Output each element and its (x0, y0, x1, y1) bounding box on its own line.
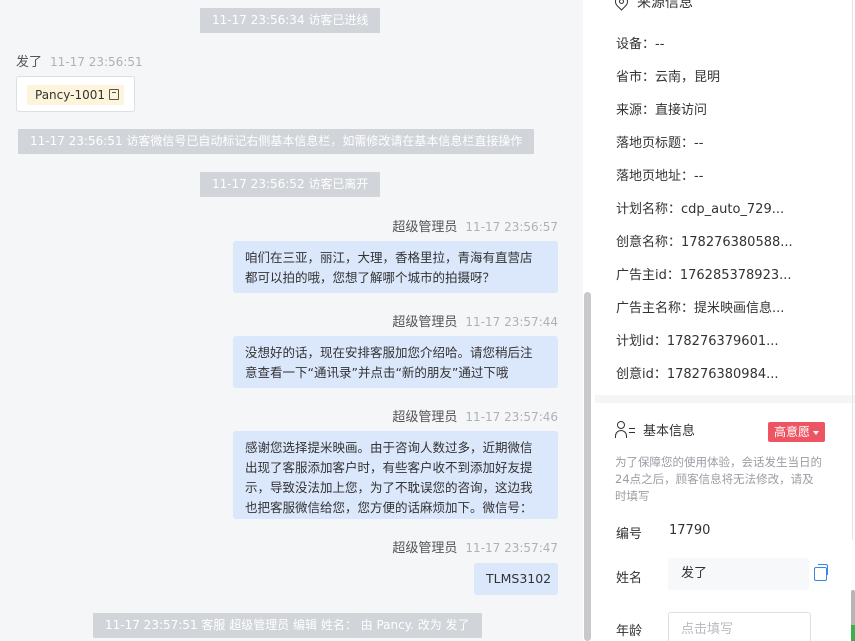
agent-bubble: 没想好的话，现在安排客服加您介绍哈。请您稍后注 意查看一下“通讯录”并点击“新的… (233, 336, 558, 388)
agent-name: 超级管理员 (392, 410, 458, 425)
agent-name: 超级管理员 (392, 220, 458, 235)
message-line: 出现了客服添加客户时，有些客户收不到添加好友提 (245, 460, 533, 475)
section-divider (595, 395, 855, 403)
message-line: 没想好的话，现在安排客服加您介绍哈。请您稍后注 (245, 345, 533, 360)
system-message: 11-17 23:56:34 访客已进线 (200, 8, 381, 33)
agent-message-meta: 超级管理员 11-17 23:57:44 (392, 311, 558, 330)
agent-message-meta: 超级管理员 11-17 23:56:57 (392, 216, 558, 235)
visitor-message-meta: 发了 11-17 23:56:51 (16, 51, 143, 70)
age-label: 年龄 (616, 624, 643, 639)
message-time: 11-17 23:57:44 (465, 315, 558, 329)
source-info-row: 设备：-- (616, 37, 665, 52)
message-line: 示，导致没法加上您，为了不耽误您的咨询，这边我 (245, 480, 533, 495)
system-message: 11-17 23:56:52 访客已离开 (200, 172, 381, 197)
visitor-name: 发了 (16, 55, 43, 70)
agent-bubble: 咱们在三亚，丽江，大理，香格里拉，青海有直营店 都可以拍的哦，您想了解哪个城市的… (233, 241, 558, 293)
chat-panel[interactable]: 11-17 23:56:34 访客已进线 发了 11-17 23:56:51 Pa… (0, 0, 583, 641)
edit-hint: 为了保障您的使用体验，会话发生当日的24点之后，顾客信息将无法修改，请及时填写 (615, 455, 822, 503)
message-line: 咱们在三亚，丽江，大理，香格里拉，青海有直营店 (245, 250, 533, 265)
message-line: 都可以拍的哦，您想了解哪个城市的拍摄呀？ (245, 270, 496, 285)
system-message: 11-17 23:57:51 客服 超级管理员 编辑 姓名： 由 Pancy. … (93, 613, 482, 638)
name-field[interactable]: 发了 (668, 558, 809, 590)
agent-message-meta: 超级管理员 11-17 23:57:47 (392, 537, 558, 556)
message-time: 11-17 23:56:51 (50, 55, 143, 69)
status-indicator (851, 625, 855, 641)
side-scrollbar[interactable] (843, 0, 855, 641)
name-label: 姓名 (616, 571, 643, 586)
source-info-row: 广告主名称：提米映画信息... (616, 301, 785, 316)
message-time: 11-17 23:57:46 (465, 410, 558, 424)
copy-icon[interactable] (814, 564, 828, 581)
source-info-title: 来源信息 (637, 0, 693, 11)
id-label: 编号 (616, 527, 643, 542)
message-line: 也把客服微信给您，您方便的话麻烦加下。微信号： (245, 500, 533, 515)
age-input[interactable] (668, 612, 811, 641)
message-line: 意查看一下“通讯录”并点击“新的朋友”通过下哦 (245, 365, 509, 380)
agent-name: 超级管理员 (392, 541, 458, 556)
source-info-row: 落地页地址：-- (616, 169, 704, 184)
agent-bubble: 感谢您选择提米映画。由于咨询人数过多，近期微信 出现了客服添加客户时，有些客户收… (233, 431, 558, 519)
wechat-tag[interactable]: Pancy-1001 (27, 85, 125, 105)
message-line: TLMS3102 (486, 571, 552, 586)
source-info-row: 创意id：178276380984... (616, 367, 779, 382)
intent-level-dropdown[interactable]: 高意愿 (768, 422, 826, 442)
agent-bubble: TLMS3102 (474, 563, 558, 595)
visitor-bubble: Pancy-1001 (16, 76, 135, 112)
source-info-row: 计划名称：cdp_auto_729... (616, 202, 785, 217)
chat-scrollbar[interactable] (583, 0, 595, 641)
source-info-row: 创意名称：178276380588... (616, 235, 793, 250)
source-info-row: 落地页标题：-- (616, 136, 704, 151)
message-line: 感谢您选择提米映画。由于咨询人数过多，近期微信 (245, 440, 533, 455)
chat-scrollbar-thumb[interactable] (584, 292, 591, 641)
id-value: 17790 (669, 523, 711, 538)
customer-info-panel: 来源信息 设备：-- 省市：云南，昆明 来源：直接访问 落地页标题：-- 落地页… (595, 0, 855, 641)
user-info-icon (615, 421, 637, 439)
source-info-row: 来源：直接访问 (616, 103, 708, 118)
source-info-header: 来源信息 (612, 0, 693, 14)
source-info-row: 广告主id：176285378923... (616, 268, 792, 283)
source-info-row: 计划id：178276379601... (616, 334, 779, 349)
message-time: 11-17 23:56:57 (465, 220, 558, 234)
copy-icon[interactable] (109, 89, 120, 100)
side-scrollbar-thumb[interactable] (851, 590, 855, 630)
agent-message-meta: 超级管理员 11-17 23:57:46 (392, 406, 558, 425)
intent-level-label: 高意愿 (774, 425, 811, 439)
system-message: 11-17 23:56:51 访客微信号已自动标记右侧基本信息栏，如需修改请在基… (18, 129, 535, 154)
message-time: 11-17 23:57:47 (465, 541, 558, 555)
caret-down-icon (813, 431, 820, 435)
basic-info-header: 基本信息 (615, 421, 695, 443)
side-scrollbar-track (852, 0, 853, 540)
source-info-row: 省市：云南，昆明 (616, 70, 721, 85)
basic-info-title: 基本信息 (643, 424, 696, 439)
wechat-tag-label: Pancy-1001 (35, 88, 106, 102)
pin-icon (612, 0, 631, 11)
agent-name: 超级管理员 (392, 315, 458, 330)
